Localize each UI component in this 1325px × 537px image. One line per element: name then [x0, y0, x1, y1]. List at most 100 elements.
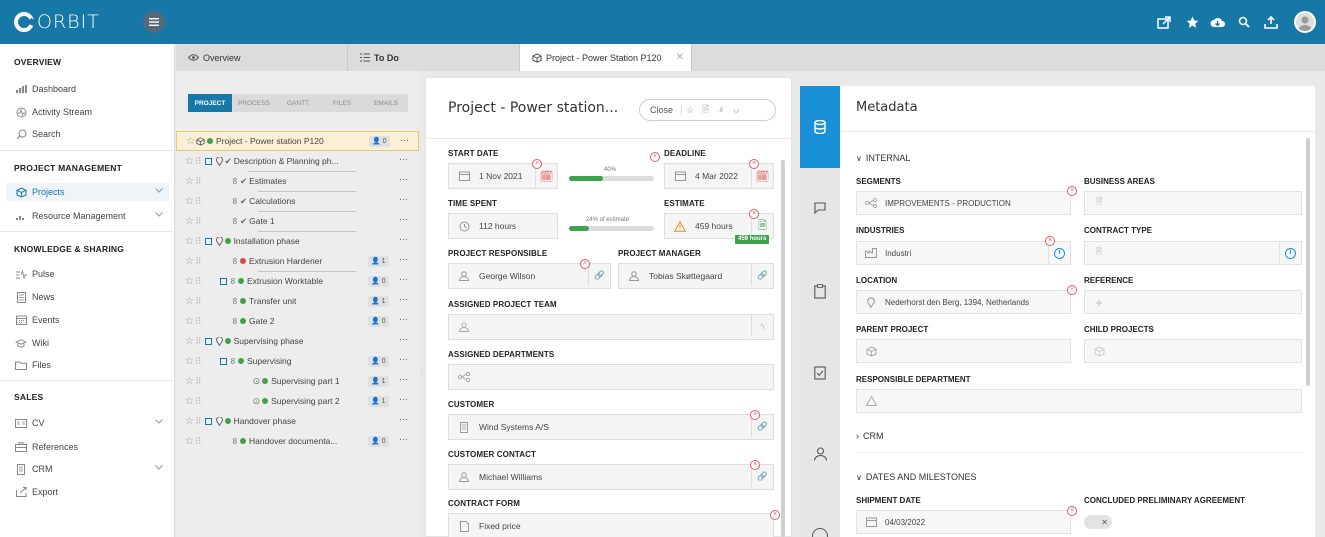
scrollbar[interactable]: [781, 160, 785, 537]
subtab-emails[interactable]: EMAILS: [364, 94, 408, 112]
clipboard-icon[interactable]: [814, 284, 826, 299]
parent-project-field[interactable]: [856, 339, 1071, 363]
subtab-process[interactable]: PROCESS: [232, 94, 276, 112]
star-icon[interactable]: ☆: [185, 276, 194, 287]
child-projects-field[interactable]: [1084, 339, 1302, 363]
database-tab[interactable]: [800, 86, 840, 168]
search-icon[interactable]: [1235, 13, 1253, 31]
people-icon[interactable]: [813, 447, 828, 461]
drag-handle-icon[interactable]: ⠿: [195, 216, 202, 227]
star-icon[interactable]: ☆: [185, 416, 194, 427]
more-icon[interactable]: ···: [399, 214, 408, 224]
contract-form-field[interactable]: Fixed price: [448, 513, 774, 537]
info-icon[interactable]: i: [1279, 242, 1301, 264]
cloud-icon[interactable]: [1208, 13, 1226, 31]
expand-icon[interactable]: [204, 157, 212, 165]
subtab-files[interactable]: FILES: [320, 94, 364, 112]
star-icon[interactable]: ☆: [185, 196, 194, 207]
clear-icon[interactable]: ×: [1067, 506, 1077, 516]
section-dates[interactable]: ∨ DATES AND MILESTONES: [856, 472, 977, 482]
clear-icon[interactable]: ×: [532, 159, 542, 169]
drag-handle-icon[interactable]: ⠿: [195, 416, 202, 427]
star-icon[interactable]: ☆: [185, 216, 194, 227]
expand-icon[interactable]: [219, 357, 227, 365]
sidebar-item-export[interactable]: Export: [14, 483, 169, 501]
star-icon[interactable]: ☆: [185, 336, 194, 347]
more-icon[interactable]: ···: [399, 234, 408, 244]
tree-row[interactable]: ☆ ⠿ Handover phase ···: [176, 411, 419, 431]
sidebar-item-references[interactable]: References: [14, 438, 169, 456]
close-tab-icon[interactable]: ✕: [676, 52, 684, 63]
clear-icon[interactable]: ×: [750, 460, 760, 470]
drag-handle-icon[interactable]: ⠿: [195, 336, 202, 347]
bars-icon[interactable]: .ıl: [713, 107, 726, 114]
drag-handle-icon[interactable]: ⠿: [195, 396, 202, 407]
star-icon[interactable]: ☆: [185, 316, 194, 327]
sidebar-item-cv[interactable]: CV: [14, 414, 169, 432]
tab-project-power-station[interactable]: Project - Power Station P120 ✕: [520, 44, 692, 71]
more-icon[interactable]: ···: [399, 354, 408, 364]
tree-row[interactable]: ☆ ⠿ 8 Supervising 👤 0 ···: [176, 351, 419, 371]
link-icon[interactable]: 🔗: [751, 264, 773, 286]
tree-row-root[interactable]: ☆ Project - Power station P120 👤 0 ···: [176, 131, 419, 151]
more-icon[interactable]: ···: [399, 374, 408, 384]
more-icon[interactable]: ···: [399, 314, 408, 324]
section-internal[interactable]: ∨ INTERNAL: [856, 153, 910, 163]
drag-handle-icon[interactable]: ⠿: [195, 276, 202, 287]
tree-row[interactable]: ☆ ⠿ 8 Extrusion Worktable 👤 0 ···: [176, 271, 419, 291]
star-icon[interactable]: ☆: [185, 156, 194, 167]
star-icon[interactable]: ☆: [682, 105, 698, 116]
more-icon[interactable]: ···: [400, 135, 409, 145]
star-icon[interactable]: ☆: [185, 376, 194, 387]
responsible-department-field[interactable]: [856, 389, 1302, 413]
customer-field[interactable]: Wind Systems A/S 🔗: [448, 414, 774, 440]
more-icon[interactable]: ···: [399, 174, 408, 184]
tree-row[interactable]: ☆ ⠿ 8 Handover documenta... 👤 0 ···: [176, 431, 419, 451]
contract-type-field[interactable]: 🗎 i: [1084, 241, 1302, 265]
more-icon[interactable]: ···: [399, 414, 408, 424]
resize-handle-icon[interactable]: ⋮: [418, 367, 426, 376]
more-icon[interactable]: ···: [399, 274, 408, 284]
clear-icon[interactable]: ×: [650, 152, 660, 162]
task-check-icon[interactable]: [814, 365, 826, 380]
clear-icon[interactable]: ×: [1067, 186, 1077, 196]
sidebar-item-crm[interactable]: CRM: [14, 460, 169, 478]
location-field[interactable]: Nederhorst den Berg, 1394, Netherlands: [856, 290, 1071, 314]
start-date-field[interactable]: 1 Nov 2021 🗓: [448, 163, 558, 189]
concluded-agreement-toggle[interactable]: ✕: [1084, 515, 1112, 529]
shipment-date-field[interactable]: 04/03/2022: [856, 510, 1071, 534]
sidebar-item-pulse[interactable]: Pulse: [14, 265, 169, 283]
tree-row[interactable]: ☆ ⠿ 8 Transfer unit 👤 1 ···: [176, 291, 419, 311]
tree-row[interactable]: ☆ ⠿ 8 ✔ Calculations ···: [176, 191, 419, 211]
comments-icon[interactable]: [813, 201, 828, 214]
drag-handle-icon[interactable]: ⠿: [195, 256, 202, 267]
more-icon[interactable]: ···: [399, 434, 408, 444]
more-icon[interactable]: ···: [399, 334, 408, 344]
expand-icon[interactable]: [204, 237, 212, 245]
chevron-down-icon[interactable]: [155, 188, 163, 193]
tree-row[interactable]: ☆ ⠿ Supervising phase ···: [176, 331, 419, 351]
chevron-down-icon[interactable]: [155, 419, 163, 424]
star-icon[interactable]: ☆: [185, 296, 194, 307]
orbit-logo[interactable]: ORBIT: [14, 11, 100, 33]
tree-row[interactable]: ☆ ⠿ 8 Extrusion Hardener 👤 1 ···: [176, 251, 419, 271]
sidebar-item-search[interactable]: Search: [14, 125, 169, 143]
tab-overview[interactable]: Overview: [176, 44, 348, 71]
share-icon[interactable]: [1155, 13, 1173, 31]
clear-icon[interactable]: ×: [749, 209, 759, 219]
clear-icon[interactable]: ×: [580, 259, 590, 269]
tab-to-do[interactable]: To Do: [348, 44, 520, 71]
star-icon[interactable]: ☆: [185, 256, 194, 267]
subtab-project[interactable]: PROJECT: [188, 94, 232, 112]
star-icon[interactable]: ☆: [185, 356, 194, 367]
section-crm[interactable]: › CRM: [856, 431, 884, 441]
drag-handle-icon[interactable]: ⠿: [195, 176, 202, 187]
clear-icon[interactable]: ×: [1045, 236, 1055, 246]
link-icon[interactable]: 🔗: [588, 264, 610, 286]
expand-icon[interactable]: [204, 337, 212, 345]
star-icon[interactable]: ☆: [185, 176, 194, 187]
more-icon[interactable]: ···: [399, 294, 408, 304]
subtab-gantt[interactable]: GANTT: [276, 94, 320, 112]
star-icon[interactable]: ☆: [186, 136, 195, 147]
clear-icon[interactable]: ×: [750, 410, 760, 420]
